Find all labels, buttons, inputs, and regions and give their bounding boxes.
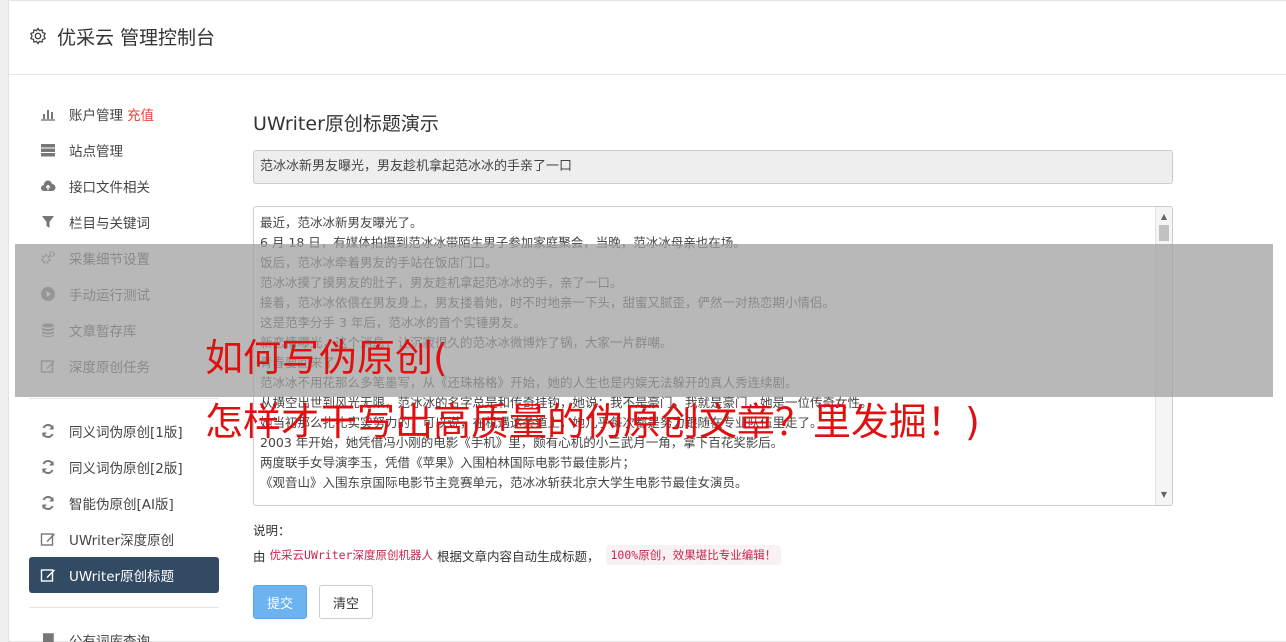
sidebar-item-label: UWriter深度原创 [69, 533, 175, 549]
sidebar-item-group2-1[interactable]: 同义词伪原创[2版] [29, 449, 219, 485]
header: 优采云 管理控制台 [9, 1, 1286, 75]
article-line: 两度联手女导演李玉，凭借《苹果》入围柏林国际电影节最佳影片； [260, 455, 636, 470]
section-heading: UWriter原创标题演示 [253, 113, 439, 135]
sidebar-item-group2-4[interactable]: UWriter原创标题 [29, 557, 219, 593]
submit-button[interactable]: 提交 [253, 585, 307, 619]
refresh-icon [39, 459, 56, 476]
sidebar-item-label: 账户管理 [69, 108, 123, 124]
sidebar-item-group1-2[interactable]: 接口文件相关 [29, 168, 219, 204]
sidebar-divider [29, 398, 219, 399]
filter-icon [39, 214, 56, 231]
note-robot-name: 优采云UWriter深度原创机器人 [269, 548, 433, 562]
sidebar-item-label: 公有词库查询 [69, 634, 150, 642]
note-middle: 根据文章内容自动生成标题， [436, 548, 600, 564]
article-line: 最近，范冰冰新男友曝光了。 [260, 215, 423, 230]
recharge-badge[interactable]: 充值 [127, 104, 154, 124]
note-highlight: 100%原创，效果堪比专业编辑！ [605, 545, 782, 565]
title-output-field[interactable]: 范冰冰新男友曝光，男友趁机拿起范冰冰的手亲了一口 [253, 150, 1173, 184]
sidebar-item-label: 栏目与关键词 [69, 216, 150, 232]
sidebar-item-label: 同义词伪原创[2版] [69, 461, 183, 477]
overlay-title-line1: 如何写伪原创( [205, 336, 448, 380]
sidebar-divider [29, 607, 219, 608]
sidebar-item-group1-0[interactable]: 账户管理 充值 [29, 96, 219, 132]
book-icon [39, 632, 56, 642]
gear-icon [30, 27, 46, 45]
scroll-down-icon[interactable]: ▼ [1156, 487, 1172, 503]
sidebar-item-group2-3[interactable]: UWriter深度原创 [29, 521, 219, 557]
edit-icon [39, 531, 56, 548]
overlay-title: 如何写伪原创( 怎样才干写出高质量的伪原创文章？里发掘！) [205, 326, 980, 454]
sidebar-item-label: UWriter原创标题 [69, 569, 175, 585]
sidebar-item-group2-0[interactable]: 同义词伪原创[1版] [29, 413, 219, 449]
sidebar-item-group1-3[interactable]: 栏目与关键词 [29, 204, 219, 240]
overlay-title-line2: 怎样才干写出高质量的伪原创文章？里发掘！) [205, 400, 980, 444]
server-icon [39, 142, 56, 159]
note-prefix: 由 [253, 548, 266, 564]
edit-icon [39, 567, 56, 584]
bar-chart-icon [39, 106, 56, 123]
action-buttons: 提交 清空 [253, 585, 1173, 619]
refresh-icon [39, 495, 56, 512]
note-text: 由 优采云UWriter深度原创机器人 根据文章内容自动生成标题， 100%原创… [253, 545, 1173, 565]
article-line: 《观音山》入围东京国际电影节主竞赛单元，范冰冰斩获北京大学生电影节最佳女演员。 [260, 475, 748, 490]
sidebar-item-label: 同义词伪原创[1版] [69, 425, 183, 441]
refresh-icon [39, 423, 56, 440]
scroll-up-icon[interactable]: ▲ [1156, 209, 1172, 225]
scrollbar-thumb[interactable] [1159, 225, 1169, 241]
sidebar-item-label: 接口文件相关 [69, 180, 150, 196]
page-title: 优采云 管理控制台 [57, 27, 216, 49]
cloud-upload-icon [39, 178, 56, 195]
sidebar-item-label: 站点管理 [69, 144, 123, 160]
sidebar-item-group2-2[interactable]: 智能伪原创[AI版] [29, 485, 219, 521]
sidebar-item-group3-0[interactable]: 公有词库查询 [29, 622, 219, 642]
sidebar-item-group1-1[interactable]: 站点管理 [29, 132, 219, 168]
note-title: 说明： [253, 523, 291, 538]
clear-button[interactable]: 清空 [319, 585, 373, 619]
sidebar-item-label: 智能伪原创[AI版] [69, 497, 174, 513]
